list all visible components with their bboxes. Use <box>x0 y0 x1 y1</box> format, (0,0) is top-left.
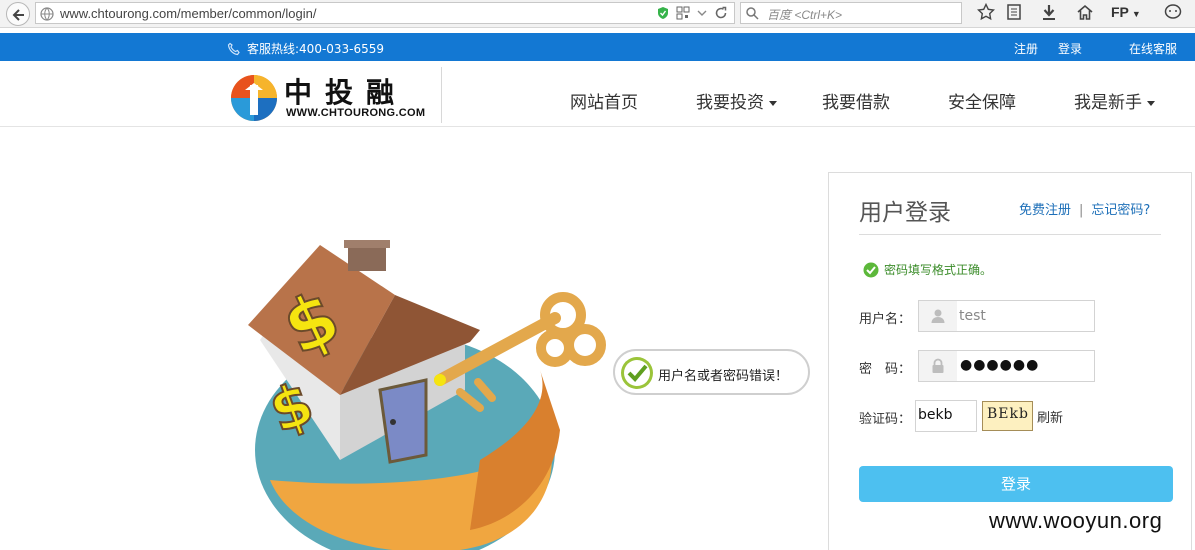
link-divider: | <box>1079 203 1084 218</box>
back-arrow-icon <box>12 9 24 21</box>
login-panel: 用户登录 免费注册 | 忘记密码? 密码填写格式正确。 用户名： test 密 码：… <box>828 172 1192 550</box>
panel-divider <box>859 234 1161 235</box>
phone-icon <box>227 42 240 55</box>
captcha-image[interactable]: BEkb <box>982 401 1033 431</box>
search-icon <box>746 7 759 20</box>
qr-code-icon[interactable] <box>676 6 690 20</box>
hotline-text: 客服热线:400-033-6559 <box>247 42 385 56</box>
panel-title: 用户登录 <box>859 200 951 226</box>
user-icon <box>931 309 945 323</box>
nav-home[interactable]: 网站首页 <box>570 88 638 113</box>
search-placeholder: 百度 <Ctrl+K> <box>767 8 843 22</box>
check-icon <box>621 357 653 389</box>
nav-invest[interactable]: 我要投资 <box>696 88 777 113</box>
watermark: www.wooyun.org <box>989 508 1163 533</box>
fp-label: FP <box>1111 4 1129 20</box>
reload-icon[interactable] <box>714 6 728 20</box>
nav-borrow[interactable]: 我要借款 <box>822 88 890 113</box>
captcha-image-text: BEkb <box>987 406 1029 422</box>
url-text: www.chtourong.com/member/common/login/ <box>60 6 317 21</box>
star-icon[interactable] <box>976 2 996 25</box>
password-value: ●●●●●● <box>958 352 1094 380</box>
free-register-link[interactable]: 免费注册 <box>1019 203 1071 218</box>
chevron-down-icon <box>1147 100 1155 106</box>
site-header: 中投融 WWW.CHTOURONG.COM 网站首页 我要投资 我要借款 安全保… <box>0 61 1195 127</box>
nav-newbie-label: 我是新手 <box>1074 93 1142 113</box>
logo-divider <box>441 67 442 123</box>
captcha-input[interactable]: bekb <box>915 400 977 432</box>
forgot-password-link[interactable]: 忘记密码? <box>1091 203 1150 218</box>
logo-mark-icon <box>231 75 277 121</box>
password-label: 密 码： <box>859 362 912 377</box>
nav-newbie[interactable]: 我是新手 <box>1074 88 1155 113</box>
chat-icon[interactable] <box>1164 3 1182 25</box>
username-field[interactable]: test <box>918 300 1095 332</box>
nav-invest-label: 我要投资 <box>696 93 764 113</box>
site-logo[interactable]: 中投融 WWW.CHTOURONG.COM <box>229 67 444 123</box>
validation-text: 密码填写格式正确。 <box>884 263 993 277</box>
nav-home-label: 网站首页 <box>570 93 638 113</box>
lock-icon <box>932 358 944 373</box>
search-bar[interactable]: 百度 <Ctrl+K> <box>740 2 962 24</box>
error-bubble-text: 用户名或者密码错误！ <box>658 369 789 384</box>
chevron-down-icon <box>769 100 777 106</box>
browser-toolbar: www.chtourong.com/member/common/login/ 百… <box>0 0 1195 28</box>
dropdown-arrow-icon[interactable] <box>696 7 708 19</box>
error-bubble: 用户名或者密码错误！ <box>613 349 810 395</box>
refresh-captcha-link[interactable]: 刷新 <box>1037 407 1063 426</box>
download-icon[interactable] <box>1041 3 1057 25</box>
login-submit-button[interactable]: 登录 <box>859 466 1173 502</box>
home-icon[interactable] <box>1076 3 1094 25</box>
validation-message: 密码填写格式正确。 <box>863 261 992 278</box>
logo-text: 中投融 <box>284 76 408 109</box>
shield-icon[interactable] <box>656 6 670 20</box>
hotline: 客服热线:400-033-6559 <box>227 40 384 57</box>
nav-borrow-label: 我要借款 <box>822 93 890 113</box>
success-check-icon <box>863 262 879 277</box>
register-link[interactable]: 注册 <box>1014 40 1038 57</box>
address-bar[interactable]: www.chtourong.com/member/common/login/ <box>35 2 735 24</box>
logo-subtitle: WWW.CHTOURONG.COM <box>286 107 426 119</box>
globe-icon <box>40 7 54 21</box>
back-button[interactable] <box>6 2 30 26</box>
username-value: test <box>959 308 986 324</box>
top-info-bar: 客服热线:400-033-6559 注册 登录 在线客服 <box>0 33 1195 61</box>
reading-list-icon[interactable] <box>1006 3 1022 25</box>
password-field[interactable]: ●●●●●● <box>918 350 1095 382</box>
nav-security[interactable]: 安全保障 <box>948 88 1016 113</box>
online-service-link[interactable]: 在线客服 <box>1129 40 1177 57</box>
nav-security-label: 安全保障 <box>948 93 1016 113</box>
login-link[interactable]: 登录 <box>1058 40 1082 57</box>
fp-menu-icon[interactable]: FP ▼ <box>1111 4 1141 20</box>
captcha-label: 验证码： <box>859 412 912 427</box>
username-label: 用户名： <box>859 312 912 327</box>
